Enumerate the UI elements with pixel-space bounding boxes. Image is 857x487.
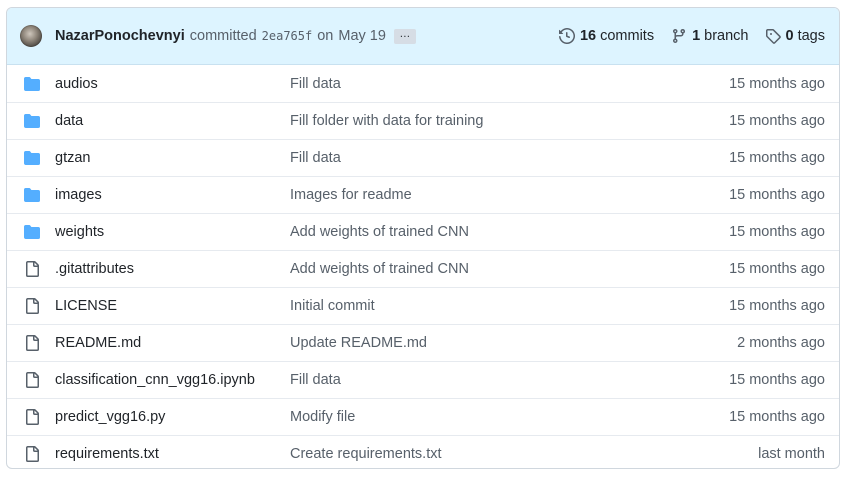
author-avatar[interactable] bbox=[20, 25, 42, 47]
commit-message-link[interactable]: Images for readme bbox=[290, 187, 729, 203]
branch-count: 1 bbox=[692, 28, 701, 44]
folder-name-link[interactable]: gtzan bbox=[55, 150, 290, 166]
file-name-link[interactable]: .gitattributes bbox=[55, 261, 290, 277]
commit-message-link[interactable]: Add weights of trained CNN bbox=[290, 261, 729, 277]
file-row[interactable]: classification_cnn_vgg16.ipynb Fill data 1… bbox=[7, 361, 839, 398]
file-row[interactable]: weights Add weights of trained CNN 15 mont… bbox=[7, 213, 839, 250]
folder-name-link[interactable]: weights bbox=[55, 224, 290, 240]
on-label: on bbox=[317, 28, 334, 44]
commit-age: 15 months ago bbox=[729, 298, 825, 314]
commit-message-link[interactable]: Create requirements.txt bbox=[290, 446, 758, 462]
file-row[interactable]: README.md Update README.md 2 months ago bbox=[7, 324, 839, 361]
file-row[interactable]: audios Fill data 15 months ago bbox=[7, 65, 839, 102]
commit-sha-link[interactable]: 2ea765f bbox=[262, 29, 313, 43]
commit-age: 15 months ago bbox=[729, 187, 825, 203]
file-name-link[interactable]: predict_vgg16.py bbox=[55, 409, 290, 425]
commit-age: 15 months ago bbox=[729, 150, 825, 166]
file-row[interactable]: gtzan Fill data 15 months ago bbox=[7, 139, 839, 176]
file-list: audios Fill data 15 months ago data Fill fol… bbox=[7, 65, 839, 468]
folder-name-link[interactable]: data bbox=[55, 113, 290, 129]
commit-age: 2 months ago bbox=[737, 335, 825, 351]
file-row[interactable]: requirements.txt Create requirements.txt l… bbox=[7, 435, 839, 468]
commit-message-expand-button[interactable]: … bbox=[393, 28, 416, 44]
commit-age: last month bbox=[758, 446, 825, 462]
commits-label: commits bbox=[600, 28, 655, 44]
branch-label: branch bbox=[704, 28, 749, 44]
repo-file-browser: NazarPonochevnyi committed 2ea765f on Ma… bbox=[6, 7, 840, 469]
file-row[interactable]: images Images for readme 15 months ago bbox=[7, 176, 839, 213]
folder-icon bbox=[7, 224, 55, 240]
commit-date: May 19 bbox=[338, 28, 386, 44]
file-row[interactable]: .gitattributes Add weights of trained CNN… bbox=[7, 250, 839, 287]
file-icon bbox=[7, 298, 55, 314]
folder-icon bbox=[7, 113, 55, 129]
commit-age: 15 months ago bbox=[729, 113, 825, 129]
commit-message-link[interactable]: Modify file bbox=[290, 409, 729, 425]
commit-message-link[interactable]: Add weights of trained CNN bbox=[290, 224, 729, 240]
folder-icon bbox=[7, 150, 55, 166]
file-icon bbox=[7, 446, 55, 462]
commit-message-link[interactable]: Fill data bbox=[290, 76, 729, 92]
tag-icon bbox=[765, 29, 781, 44]
file-name-link[interactable]: classification_cnn_vgg16.ipynb bbox=[55, 372, 290, 388]
commits-count: 16 bbox=[579, 28, 597, 44]
commit-message-link[interactable]: Fill data bbox=[290, 150, 729, 166]
folder-name-link[interactable]: audios bbox=[55, 76, 290, 92]
commit-message-link[interactable]: Initial commit bbox=[290, 298, 729, 314]
branch-icon bbox=[673, 29, 686, 44]
file-name-link[interactable]: LICENSE bbox=[55, 298, 290, 314]
commit-age: 15 months ago bbox=[729, 224, 825, 240]
file-row[interactable]: LICENSE Initial commit 15 months ago bbox=[7, 287, 839, 324]
tags-label: tags bbox=[797, 28, 825, 44]
committed-label: committed bbox=[189, 28, 257, 44]
commit-age: 15 months ago bbox=[729, 261, 825, 277]
latest-commit-bar: NazarPonochevnyi committed 2ea765f on Ma… bbox=[7, 8, 839, 65]
file-row[interactable]: data Fill folder with data for training 15… bbox=[7, 102, 839, 139]
history-icon bbox=[558, 28, 575, 44]
file-row[interactable]: predict_vgg16.py Modify file 15 months ago bbox=[7, 398, 839, 435]
commit-message-link[interactable]: Update README.md bbox=[290, 335, 737, 351]
tags-link[interactable]: 0 tags bbox=[765, 28, 825, 44]
file-icon bbox=[7, 409, 55, 425]
folder-icon bbox=[7, 187, 55, 203]
folder-name-link[interactable]: images bbox=[55, 187, 290, 203]
file-name-link[interactable]: README.md bbox=[55, 335, 290, 351]
commit-age: 15 months ago bbox=[729, 75, 825, 92]
commit-author-link[interactable]: NazarPonochevnyi bbox=[55, 28, 185, 44]
tags-count: 0 bbox=[785, 28, 794, 44]
folder-icon bbox=[7, 76, 55, 92]
file-icon bbox=[7, 372, 55, 388]
commit-message-link[interactable]: Fill data bbox=[290, 372, 729, 388]
commits-link[interactable]: 16 commits bbox=[558, 28, 655, 44]
file-icon bbox=[7, 261, 55, 277]
commit-message-link[interactable]: Fill folder with data for training bbox=[290, 113, 729, 129]
file-icon bbox=[7, 335, 55, 351]
branches-link[interactable]: 1 branch bbox=[671, 28, 749, 44]
file-name-link[interactable]: requirements.txt bbox=[55, 446, 290, 462]
commit-age: 15 months ago bbox=[729, 372, 825, 388]
commit-age: 15 months ago bbox=[729, 409, 825, 425]
